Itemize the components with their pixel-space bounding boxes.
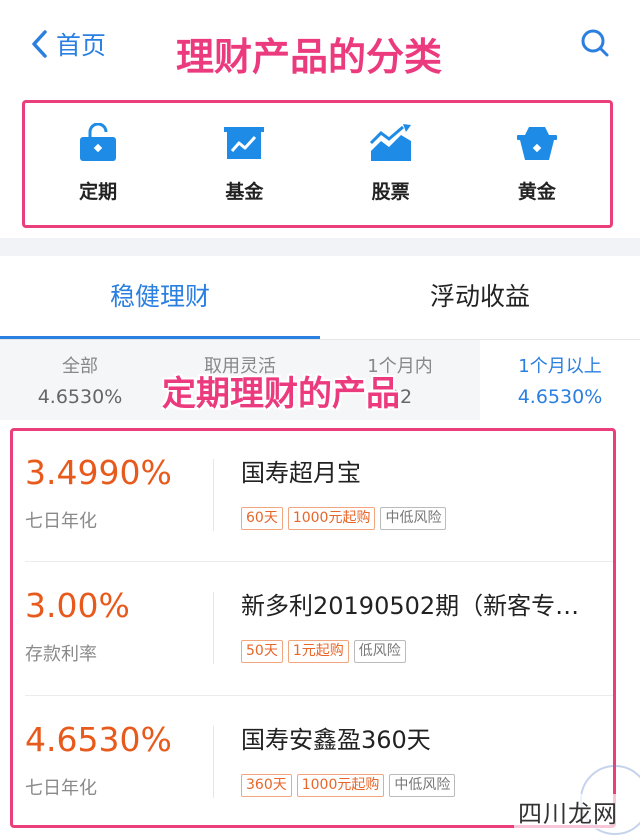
filter-over-month[interactable]: 1个月以上 4.6530% bbox=[480, 340, 640, 420]
back-label: 首页 bbox=[56, 31, 107, 60]
risk-tag: 低风险 bbox=[353, 640, 406, 663]
section-divider bbox=[0, 238, 640, 256]
lock-bag-icon bbox=[80, 123, 117, 161]
filter-rate: 4.6530% bbox=[37, 386, 123, 408]
filter-all[interactable]: 全部 4.6530% bbox=[0, 340, 160, 420]
category-label: 定期 bbox=[79, 181, 118, 203]
search-icon[interactable] bbox=[580, 28, 610, 58]
product-rate-type: 七日年化 bbox=[25, 511, 97, 532]
category-fixed[interactable]: 定期 bbox=[25, 103, 171, 225]
gold-basket-icon bbox=[516, 127, 557, 160]
watermark-text: 四川龙网 bbox=[514, 794, 622, 829]
min-purchase-tag: 1元起购 bbox=[287, 640, 349, 663]
category-fund[interactable]: 基金 bbox=[171, 103, 317, 225]
product-rate: 3.00% bbox=[25, 586, 130, 625]
term-tag: 60天 bbox=[241, 507, 283, 530]
tab-stable[interactable]: 稳健理财 bbox=[0, 256, 320, 339]
category-label: 基金 bbox=[225, 181, 264, 203]
filter-rate: 4.6530% bbox=[517, 386, 603, 408]
product-rate-type: 七日年化 bbox=[25, 778, 97, 799]
tab-floating[interactable]: 浮动收益 bbox=[320, 256, 640, 339]
risk-tag: 中低风险 bbox=[389, 774, 456, 797]
stock-trend-icon bbox=[369, 124, 411, 161]
product-tags: 60天 1000元起购 中低风险 bbox=[241, 507, 447, 530]
min-purchase-tag: 1000元起购 bbox=[287, 507, 376, 530]
term-tag: 360天 bbox=[241, 774, 292, 797]
overlay-subtitle: 定期理财的产品 bbox=[162, 374, 400, 414]
top-bar: 首页 理财产品的分类 bbox=[0, 0, 640, 90]
category-stock[interactable]: 股票 bbox=[318, 103, 464, 225]
product-row[interactable]: 3.4990% 七日年化 国寿超月宝 60天 1000元起购 中低风险 bbox=[13, 431, 613, 561]
list-divider bbox=[25, 561, 613, 562]
product-name: 新多利20190502期（新客专… bbox=[241, 592, 580, 620]
row-divider bbox=[213, 726, 214, 798]
product-rate: 3.4990% bbox=[25, 453, 172, 492]
product-name: 国寿超月宝 bbox=[241, 459, 361, 487]
tab-bar: 稳健理财 浮动收益 bbox=[0, 256, 640, 340]
category-label: 黄金 bbox=[517, 181, 556, 203]
product-name: 国寿安鑫盈360天 bbox=[241, 726, 431, 754]
chart-board-icon bbox=[224, 127, 265, 159]
filter-name: 全部 bbox=[62, 356, 98, 377]
product-rate: 4.6530% bbox=[25, 720, 172, 759]
product-rate-type: 存款利率 bbox=[25, 644, 97, 665]
category-label: 股票 bbox=[371, 181, 410, 203]
row-divider bbox=[213, 592, 214, 664]
row-divider bbox=[213, 459, 214, 531]
product-tags: 360天 1000元起购 中低风险 bbox=[241, 774, 456, 797]
min-purchase-tag: 1000元起购 bbox=[296, 774, 385, 797]
chevron-left-icon bbox=[32, 30, 47, 58]
category-grid: 定期 基金 股票 黄金 bbox=[22, 100, 613, 228]
overlay-title: 理财产品的分类 bbox=[176, 35, 443, 79]
filter-name: 1个月以上 bbox=[518, 356, 602, 377]
category-gold[interactable]: 黄金 bbox=[464, 103, 610, 225]
product-tags: 50天 1元起购 低风险 bbox=[241, 640, 406, 663]
term-tag: 50天 bbox=[241, 640, 283, 663]
risk-tag: 中低风险 bbox=[380, 507, 447, 530]
product-list: 3.4990% 七日年化 国寿超月宝 60天 1000元起购 中低风险 3.00… bbox=[10, 428, 616, 828]
back-button[interactable]: 首页 bbox=[30, 26, 106, 62]
list-divider bbox=[25, 695, 613, 696]
product-row[interactable]: 3.00% 存款利率 新多利20190502期（新客专… 50天 1元起购 低风… bbox=[13, 564, 613, 694]
